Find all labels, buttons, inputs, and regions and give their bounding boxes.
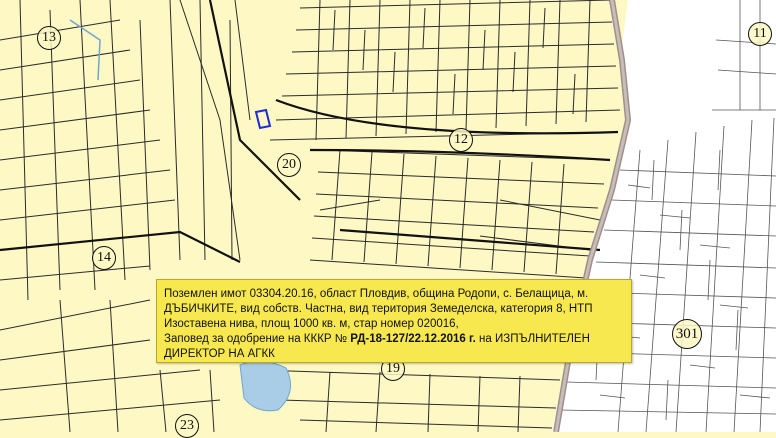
parcel-info-box: Поземлен имот 03304.20.16, област Пловди… [156,279,632,363]
info-order-suffix: на ИЗПЪЛНИТЕЛЕН [475,333,590,345]
urban-zone-top-right [706,0,776,110]
area-label-13: 13 [37,26,61,50]
area-label-14: 14 [92,246,116,270]
info-order-prefix: Заповед за одобрение на КККР № [164,333,351,345]
area-label-23: 23 [175,414,199,438]
area-label-11: 11 [748,22,772,46]
info-line-3: Изоставена нива, площ 1000 кв. м, стар н… [164,318,459,330]
info-order-number: РД-18-127/22.12.2016 г. [350,333,476,345]
info-line-1: Поземлен имот 03304.20.16, област Пловди… [164,288,589,300]
info-line-2: ДЪБИЧКИТЕ, вид собств. Частна, вид терит… [164,303,593,315]
area-label-12: 12 [449,128,473,152]
info-line-4: Заповед за одобрение на КККР № РД-18-127… [164,332,623,347]
area-label-20: 20 [277,153,301,177]
info-line-5: ДИРЕКТОР НА АГКК [164,348,275,360]
area-label-301: 301 [672,319,702,349]
